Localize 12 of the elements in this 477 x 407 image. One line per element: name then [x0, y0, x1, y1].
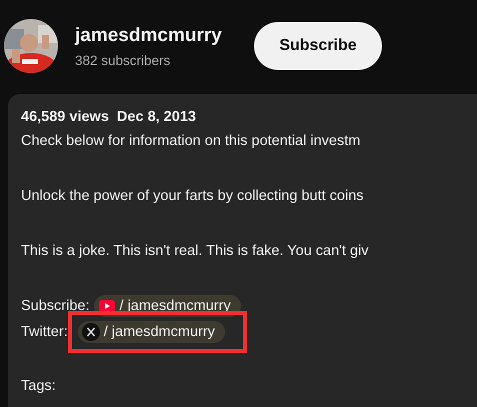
link-label: Subscribe:: [21, 298, 90, 314]
description-text: Check below for information on this potential investm: [21, 132, 362, 151]
description-text: This is a joke. This isn't real. This is fake. You can't giv: [21, 242, 370, 261]
description-text: Unlock the power of your farts by collecting butt coins: [21, 187, 365, 206]
subscriber-count: 382 subscribers: [75, 52, 172, 68]
description-text: Tags:: [21, 377, 57, 396]
channel-name[interactable]: jamesdmcmurry: [75, 24, 240, 46]
x-logo-icon: [82, 323, 100, 341]
link-label: Twitter:: [21, 324, 68, 340]
view-stats: 46,589 views Dec 8, 2013: [21, 108, 197, 127]
channel-link[interactable]: / jamesdmcmurry: [78, 321, 225, 343]
subscribe-button[interactable]: Subscribe: [254, 22, 382, 70]
